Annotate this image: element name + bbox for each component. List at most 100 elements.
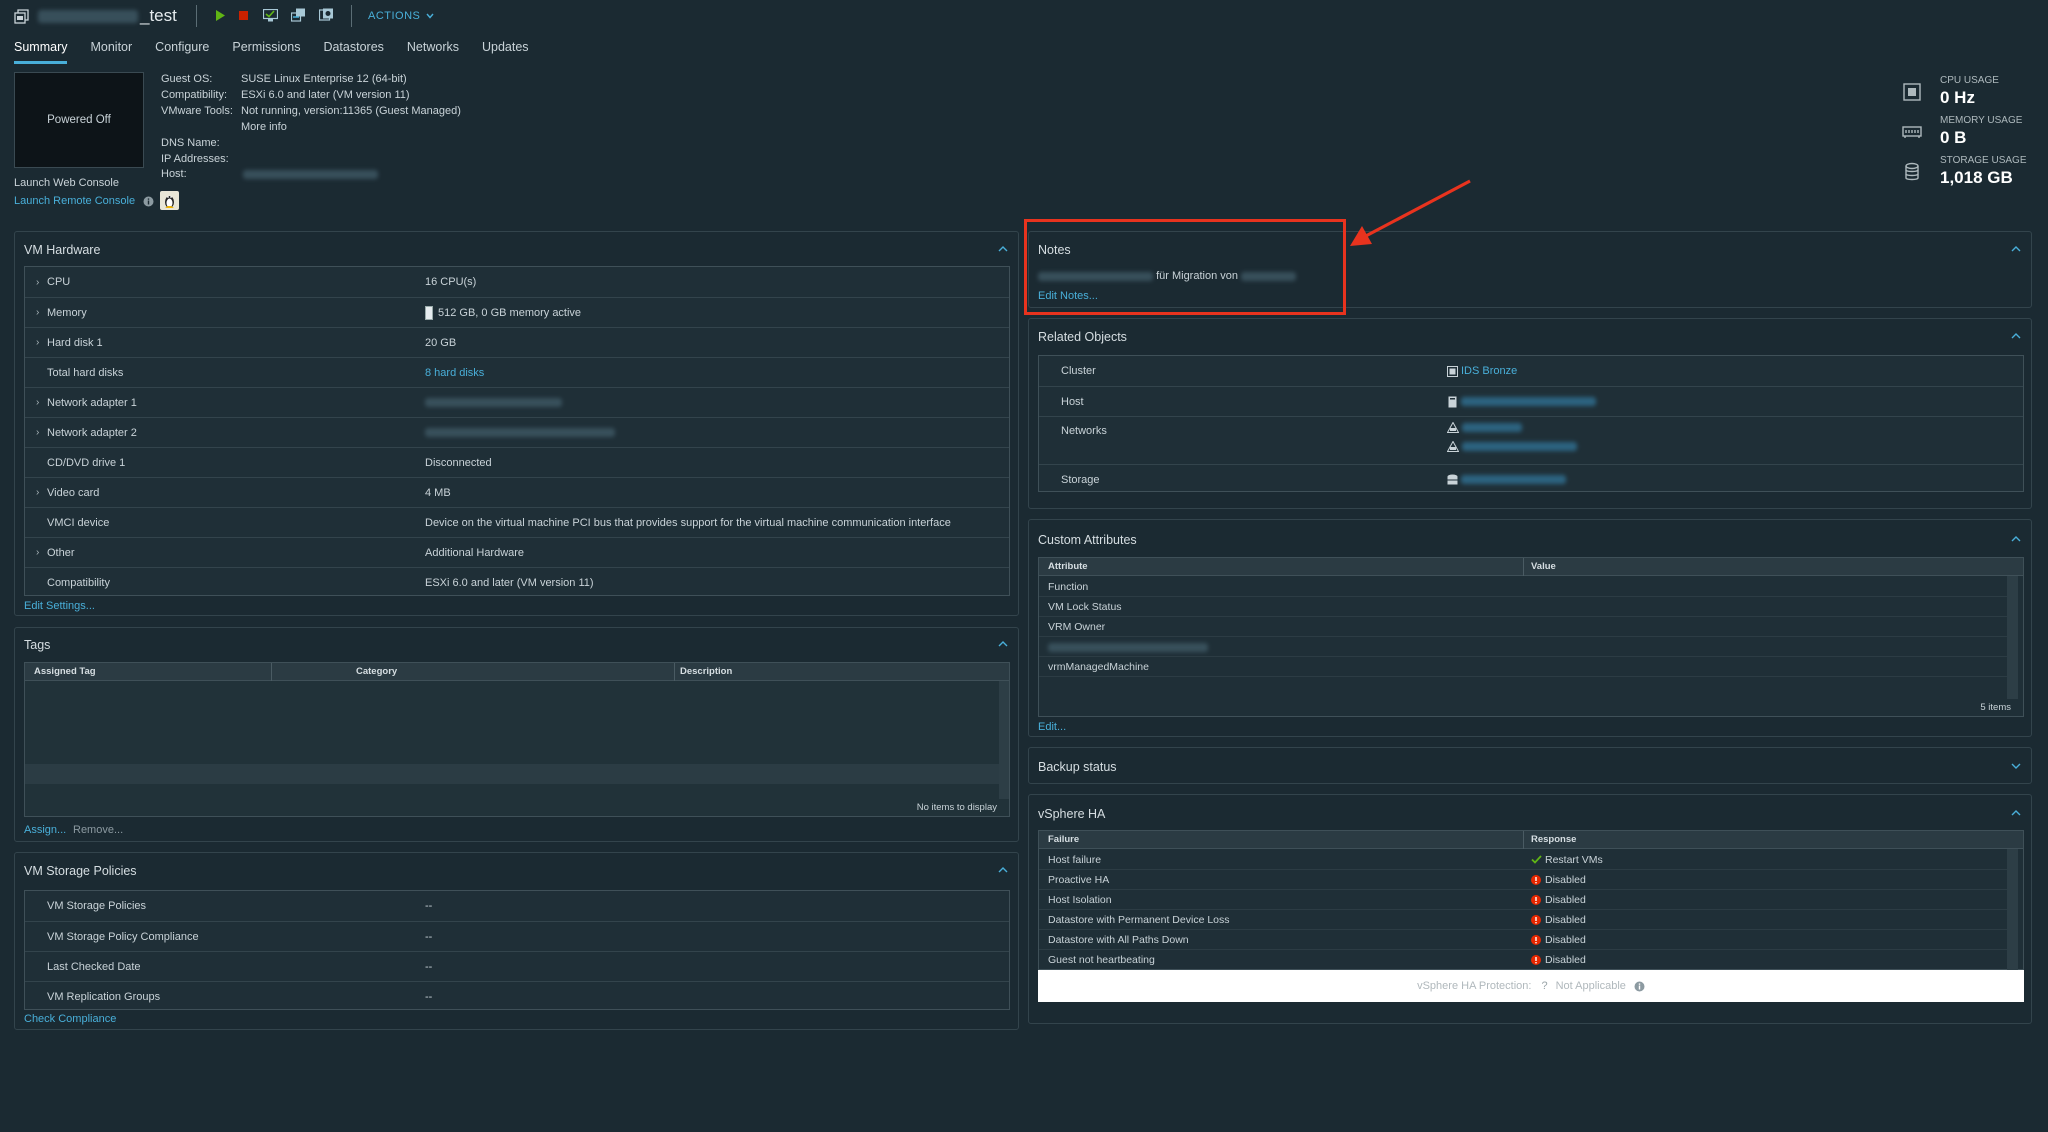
related-row-host: Host bbox=[1039, 386, 2023, 416]
tab-configure[interactable]: Configure bbox=[155, 40, 209, 60]
host-value-redacted bbox=[243, 170, 378, 179]
collapse-chevron-icon[interactable] bbox=[2011, 244, 2021, 254]
hw-row-hard-disk-1[interactable]: › Hard disk 1 20 GB bbox=[25, 327, 1009, 357]
ha-row[interactable]: Proactive HA Disabled bbox=[1039, 870, 2007, 890]
collapse-chevron-icon[interactable] bbox=[998, 639, 1008, 649]
hw-row-video-card[interactable]: › Video card 4 MB bbox=[25, 477, 1009, 507]
ha-row[interactable]: Host failure Restart VMs bbox=[1039, 850, 2007, 870]
tags-title: Tags bbox=[24, 638, 51, 652]
expand-caret-icon[interactable]: › bbox=[36, 427, 39, 438]
attribute-row[interactable]: Function bbox=[1039, 577, 2007, 597]
total-hard-disks-link[interactable]: 8 hard disks bbox=[425, 367, 484, 379]
attributes-scrollbar[interactable] bbox=[2007, 576, 2018, 699]
network-2-link-redacted[interactable] bbox=[1462, 441, 1577, 451]
storage-link-redacted[interactable] bbox=[1461, 475, 1566, 485]
tab-bar: Summary Monitor Configure Permissions Da… bbox=[14, 40, 552, 64]
expand-chevron-icon[interactable] bbox=[2011, 761, 2021, 771]
attribute-row[interactable]: VRM Owner bbox=[1039, 617, 2007, 637]
power-on-button[interactable] bbox=[212, 7, 228, 23]
datastore-icon bbox=[1447, 474, 1458, 485]
col-description[interactable]: Description bbox=[680, 666, 732, 677]
cluster-link[interactable]: IDS Bronze bbox=[1461, 365, 1517, 377]
edit-attributes-link[interactable]: Edit... bbox=[1038, 721, 1066, 733]
ha-row[interactable]: Datastore with All Paths Down Disabled bbox=[1039, 930, 2007, 950]
tab-updates[interactable]: Updates bbox=[482, 40, 529, 60]
expand-caret-icon[interactable]: › bbox=[36, 277, 39, 288]
cpu-icon bbox=[1903, 83, 1921, 101]
hw-label: Network adapter 1 bbox=[47, 396, 137, 409]
snapshot-button[interactable] bbox=[318, 7, 334, 23]
remove-tag-link[interactable]: Remove... bbox=[73, 824, 123, 836]
hw-row-network-adapter-2[interactable]: › Network adapter 2 bbox=[25, 417, 1009, 447]
hw-value-memory: 512 GB, 0 GB memory active bbox=[425, 305, 581, 320]
hw-row-memory[interactable]: › Memory 512 GB, 0 GB memory active bbox=[25, 297, 1009, 327]
ha-row[interactable]: Host Isolation Disabled bbox=[1039, 890, 2007, 910]
ip-addresses-label: IP Addresses: bbox=[161, 153, 229, 165]
tab-monitor[interactable]: Monitor bbox=[90, 40, 132, 60]
collapse-chevron-icon[interactable] bbox=[2011, 808, 2021, 818]
tags-scrollbar[interactable] bbox=[999, 681, 1009, 799]
error-icon bbox=[1531, 894, 1541, 905]
storage-usage-value: 1,018 GB bbox=[1940, 168, 2013, 187]
related-value-network-1 bbox=[1446, 421, 1522, 433]
tab-permissions[interactable]: Permissions bbox=[232, 40, 300, 60]
attribute-row[interactable]: vrmManagedMachine bbox=[1039, 657, 2007, 677]
collapse-chevron-icon[interactable] bbox=[998, 865, 1008, 875]
expand-caret-icon[interactable]: › bbox=[36, 397, 39, 408]
attribute-row[interactable] bbox=[1039, 637, 2007, 657]
launch-console-button[interactable] bbox=[262, 7, 278, 23]
network-1-link-redacted[interactable] bbox=[1462, 422, 1522, 432]
error-icon bbox=[1531, 955, 1541, 966]
ha-scrollbar[interactable] bbox=[2007, 849, 2018, 970]
collapse-chevron-icon[interactable] bbox=[2011, 331, 2021, 341]
col-category[interactable]: Category bbox=[356, 666, 397, 677]
info-icon[interactable] bbox=[143, 196, 154, 207]
hw-row-network-adapter-1[interactable]: › Network adapter 1 bbox=[25, 387, 1009, 417]
hw-row-cpu[interactable]: › CPU 16 CPU(s) bbox=[25, 267, 1009, 297]
annotation-arrow-icon bbox=[1350, 179, 1471, 246]
check-compliance-link[interactable]: Check Compliance bbox=[24, 1013, 116, 1025]
col-attribute[interactable]: Attribute bbox=[1048, 561, 1088, 572]
assign-tag-link[interactable]: Assign... bbox=[24, 824, 66, 836]
attribute-row[interactable]: VM Lock Status bbox=[1039, 597, 2007, 617]
info-icon[interactable] bbox=[1634, 981, 1645, 992]
related-objects-panel: Related Objects Cluster IDS Bronze Host … bbox=[1028, 318, 2032, 509]
col-value[interactable]: Value bbox=[1531, 561, 1556, 572]
snapshot-icon bbox=[318, 8, 333, 21]
tab-datastores[interactable]: Datastores bbox=[323, 40, 383, 60]
col-response[interactable]: Response bbox=[1531, 834, 1576, 845]
actions-menu-button[interactable]: ACTIONS bbox=[368, 10, 434, 22]
col-assigned-tag[interactable]: Assigned Tag bbox=[34, 666, 96, 677]
attribute-name: VM Lock Status bbox=[1048, 600, 1122, 613]
launch-remote-console-link[interactable]: Launch Remote Console bbox=[14, 195, 135, 207]
more-info-link[interactable]: More info bbox=[241, 121, 287, 133]
policy-label: Last Checked Date bbox=[47, 960, 141, 973]
expand-caret-icon[interactable]: › bbox=[36, 547, 39, 558]
collapse-chevron-icon[interactable] bbox=[2011, 534, 2021, 544]
chevron-down-icon bbox=[426, 13, 434, 19]
tab-summary[interactable]: Summary bbox=[14, 40, 68, 64]
hw-row-other[interactable]: › Other Additional Hardware bbox=[25, 537, 1009, 567]
col-failure[interactable]: Failure bbox=[1048, 834, 1079, 845]
backup-status-panel[interactable]: Backup status bbox=[1028, 747, 2032, 784]
ha-failure: Guest not heartbeating bbox=[1048, 954, 1155, 966]
edit-settings-link[interactable]: Edit Settings... bbox=[24, 600, 95, 612]
ha-row[interactable]: Datastore with Permanent Device Loss Dis… bbox=[1039, 910, 2007, 930]
guest-os-value: SUSE Linux Enterprise 12 (64-bit) bbox=[241, 73, 407, 85]
tab-networks[interactable]: Networks bbox=[407, 40, 459, 60]
launch-web-console-link[interactable]: Launch Web Console bbox=[14, 177, 119, 189]
hw-value: 16 CPU(s) bbox=[425, 276, 477, 288]
hw-label: Video card bbox=[47, 486, 100, 499]
host-link-redacted[interactable] bbox=[1461, 397, 1596, 407]
tags-header: Assigned Tag Category Description bbox=[25, 663, 1009, 681]
expand-caret-icon[interactable]: › bbox=[36, 307, 39, 318]
collapse-chevron-icon[interactable] bbox=[998, 244, 1008, 254]
expand-caret-icon[interactable]: › bbox=[36, 487, 39, 498]
hw-label: Other bbox=[47, 546, 75, 559]
migrate-button[interactable] bbox=[290, 7, 306, 23]
power-off-button[interactable] bbox=[235, 7, 251, 23]
ha-response: Disabled bbox=[1531, 954, 1586, 966]
expand-caret-icon[interactable]: › bbox=[36, 337, 39, 348]
console-thumbnail[interactable]: Powered Off bbox=[14, 72, 144, 168]
ha-row[interactable]: Guest not heartbeating Disabled bbox=[1039, 950, 2007, 970]
